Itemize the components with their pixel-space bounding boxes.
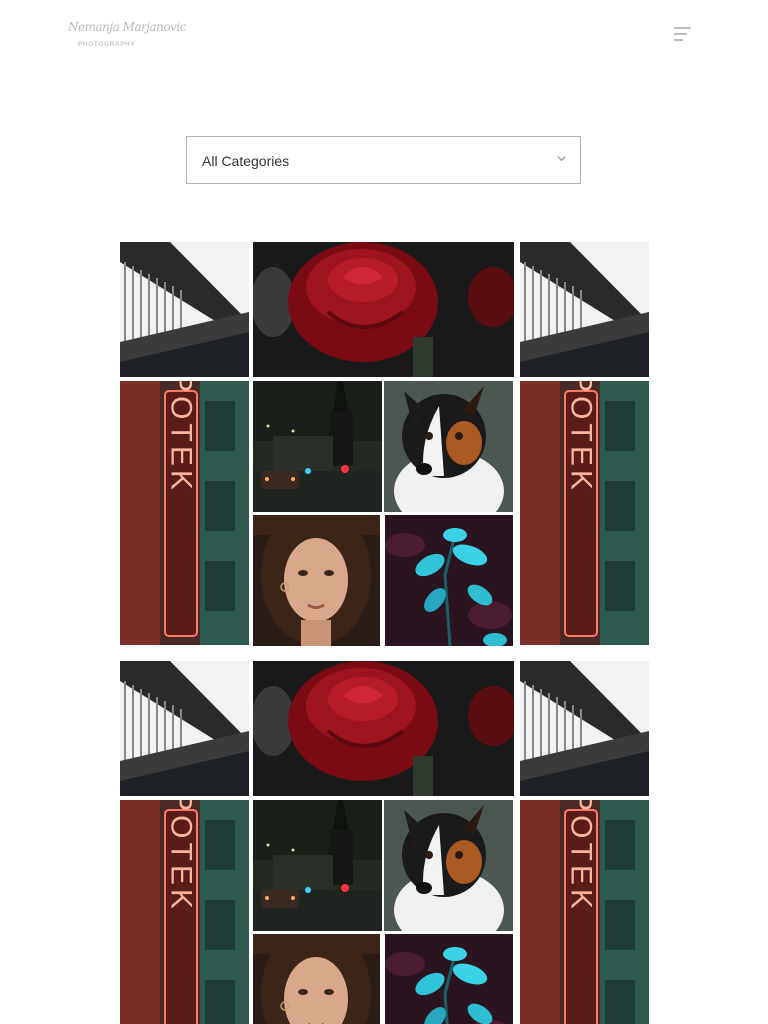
gallery-tile-apotek-neon[interactable]: APOTEK <box>120 800 249 1024</box>
logo-subtitle: PHOTOGRAPHY <box>78 41 136 48</box>
hamburger-menu-icon[interactable] <box>674 27 694 43</box>
gallery-tile-roof-architecture[interactable] <box>520 242 649 377</box>
roof-architecture-photo <box>520 242 649 377</box>
gallery-tile-apotek-neon[interactable]: APOTEK <box>520 381 649 645</box>
woman-portrait-photo <box>253 515 380 646</box>
apotek-neon-sign-photo: APOTEK <box>120 381 249 645</box>
red-rose-photo <box>253 242 514 377</box>
woman-portrait-photo <box>253 934 380 1024</box>
roof-architecture-photo <box>120 242 249 377</box>
category-filter-select[interactable]: All Categories <box>186 136 581 184</box>
night-church-street-photo <box>253 800 382 931</box>
gallery-tile-cyan-leaves[interactable] <box>385 515 513 646</box>
night-church-street-photo <box>253 381 382 512</box>
sign-text: APOTEK <box>565 381 598 494</box>
apotek-neon-sign-photo: APOTEK <box>120 800 249 1024</box>
gallery-tile-woman-portrait[interactable] <box>253 515 380 646</box>
gallery-tile-roof-architecture[interactable] <box>120 242 249 377</box>
chevron-down-icon <box>557 156 566 162</box>
gallery-tile-dog-portrait[interactable] <box>384 381 513 512</box>
apotek-neon-sign-photo: APOTEK <box>520 800 649 1024</box>
dog-portrait-photo <box>384 381 513 512</box>
gallery-tile-night-church-street[interactable] <box>253 800 382 931</box>
red-rose-photo <box>253 661 514 796</box>
gallery-tile-dog-portrait[interactable] <box>384 800 513 931</box>
roof-architecture-photo <box>520 661 649 796</box>
apotek-neon-sign-photo: APOTEK <box>520 381 649 645</box>
gallery-tile-roof-architecture[interactable] <box>120 661 249 796</box>
gallery-tile-roof-architecture[interactable] <box>520 661 649 796</box>
dog-portrait-photo <box>384 800 513 931</box>
gallery-tile-red-rose[interactable] <box>253 661 514 796</box>
sign-text: APOTEK <box>565 800 598 913</box>
category-filter-label: All Categories <box>202 153 290 169</box>
sign-text: APOTEK <box>165 800 198 913</box>
gallery-tile-apotek-neon[interactable]: APOTEK <box>120 381 249 645</box>
gallery-tile-woman-portrait[interactable] <box>253 934 380 1024</box>
logo-script: Nemanja Marjanovic <box>68 20 186 34</box>
roof-architecture-photo <box>120 661 249 796</box>
gallery-tile-cyan-leaves[interactable] <box>385 934 513 1024</box>
cyan-leaves-photo <box>385 515 513 646</box>
cyan-leaves-photo <box>385 934 513 1024</box>
gallery-tile-night-church-street[interactable] <box>253 381 382 512</box>
sign-text: APOTEK <box>165 381 198 494</box>
gallery-tile-red-rose[interactable] <box>253 242 514 377</box>
gallery-tile-apotek-neon[interactable]: APOTEK <box>520 800 649 1024</box>
site-logo[interactable]: Nemanja Marjanovic PHOTOGRAPHY <box>68 18 186 52</box>
